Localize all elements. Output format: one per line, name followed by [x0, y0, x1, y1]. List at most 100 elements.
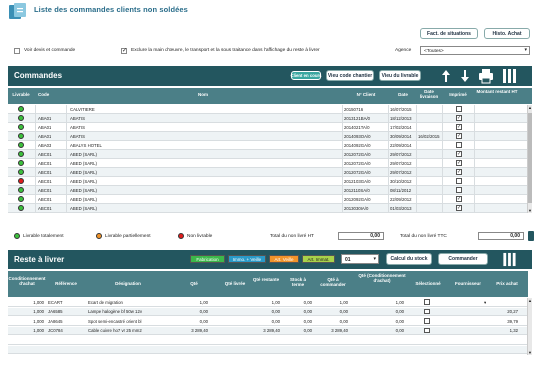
cell-qte: 3 289,40: [191, 328, 208, 333]
scroll-down-icon[interactable]: ▼: [528, 350, 532, 355]
scroll-up-icon[interactable]: ▲: [528, 298, 532, 303]
arrow-up-icon[interactable]: [441, 69, 451, 83]
chevron-down-icon: ▾: [373, 256, 376, 262]
arrow-down-icon[interactable]: [460, 69, 470, 83]
calcul-stock-button[interactable]: Calcul du stock: [386, 253, 432, 265]
tag-art-veille[interactable]: Art. Veille: [269, 255, 299, 263]
table-row[interactable]: 1,000 JA6585 Lampe halogène bf 50w 12v 0,00…: [8, 307, 528, 316]
col-date[interactable]: Date: [390, 92, 416, 97]
voir-devis-checkbox[interactable]: [14, 48, 20, 54]
cell-nom: ABALYS HOTEL: [70, 142, 102, 148]
reste-grid[interactable]: 1,000 ECART Ecart de migration 1,00 1,00 0,00…: [8, 298, 528, 355]
table-row[interactable]: ABC01 ABED (SARL) 2012072GA/0 29/07/2012 ✓: [8, 150, 528, 159]
scroll-up-icon[interactable]: ▲: [528, 105, 532, 110]
printer-icon[interactable]: [478, 68, 494, 84]
scroll-thumb[interactable]: [528, 113, 532, 203]
commander-button[interactable]: Commander: [438, 253, 488, 265]
cell-date: 30/09/2014: [390, 133, 412, 139]
columns-icon[interactable]: [502, 252, 516, 267]
col-nclient[interactable]: N° Client: [346, 92, 386, 97]
rcol-sel[interactable]: Sélectionné: [410, 281, 446, 286]
cell-nom: ABATIS: [70, 133, 85, 139]
rcol-qte[interactable]: Qté: [184, 281, 204, 286]
tag-art-immat[interactable]: Art. Immat.: [302, 255, 335, 263]
table-row[interactable]: 1,000 JC0784 Cable cuivre ho7 vr 25 mm2 3 2…: [8, 326, 528, 335]
table-row[interactable]: 1,000 JA8645 Spot semi-encastré orient bl 0…: [8, 317, 528, 326]
imprime-checkbox[interactable]: [456, 106, 462, 112]
cell-date: 29/07/2012: [390, 151, 412, 157]
histo-achat-button[interactable]: Histo. Achat: [484, 28, 530, 39]
col-imprime[interactable]: Imprimé: [444, 92, 472, 97]
rcol-qcond[interactable]: Qté (Conditionnement d'achat): [356, 273, 408, 283]
vieu-code-chantier-button[interactable]: Vieu code chantier: [326, 70, 374, 81]
rcol-livree[interactable]: Qté livrée: [222, 281, 248, 286]
commandes-scrollbar[interactable]: ▲ ▼: [527, 105, 532, 213]
rcol-prix[interactable]: Prix achat: [492, 281, 522, 286]
imprime-checkbox[interactable]: ✓: [456, 133, 462, 139]
imprime-checkbox[interactable]: ✓: [456, 151, 462, 157]
col-montant[interactable]: Montant restant HT: [474, 89, 520, 94]
qty-select[interactable]: 01 ▾: [341, 254, 379, 264]
table-row[interactable]: ABA01 ABATIS 2013121BA/0 18/12/2013 ✓: [8, 114, 528, 123]
client-en-cours-button[interactable]: Client en cours: [290, 71, 322, 80]
table-row[interactable]: ABC01 ABED (SARL) 2013030IA/0 01/03/2013 ✓: [8, 204, 528, 213]
table-row[interactable]: CALVITIERE 20150716 16/07/2015: [8, 105, 528, 114]
scroll-down-icon[interactable]: ▼: [528, 208, 532, 213]
rcol-ref[interactable]: Référence: [48, 281, 84, 286]
cell-qcond: 0,00: [395, 309, 404, 314]
cell-nom: ABED (SARL): [70, 205, 97, 211]
chevron-down-icon[interactable]: ▾: [484, 300, 486, 306]
table-row[interactable]: ABC01 ABED (SARL) 2012072GA/0 29/07/2012 ✓: [8, 159, 528, 168]
cell-date: 22/09/2014: [390, 142, 412, 148]
col-code[interactable]: Code: [36, 92, 58, 97]
table-row[interactable]: ABA01 ABATIS 2014021TA/0 17/02/2014 ✓: [8, 123, 528, 132]
table-row[interactable]: ABA03 ABALYS HOTEL 2014092GA/0 22/09/2014: [8, 141, 528, 150]
imprime-checkbox[interactable]: ✓: [456, 169, 462, 175]
selection-checkbox[interactable]: [424, 327, 430, 333]
imprime-checkbox[interactable]: ✓: [456, 205, 462, 211]
table-row[interactable]: ABA01 ABATIS 2014093OA/0 30/09/2014 16/02/20…: [8, 132, 528, 141]
rcol-stock[interactable]: Stock à terme: [284, 277, 312, 287]
rcol-acmd[interactable]: Qté à commander: [318, 277, 348, 287]
table-row[interactable]: [8, 345, 528, 354]
rcol-cond[interactable]: Conditionnement d'achat: [8, 276, 46, 286]
col-nom[interactable]: Nom: [68, 92, 338, 97]
rcol-restante[interactable]: Qté restante: [252, 277, 280, 282]
vieu-livrable-button[interactable]: Vieu du livrable: [379, 70, 421, 81]
exclure-checkbox[interactable]: ✓: [121, 48, 127, 54]
imprime-checkbox[interactable]: ✓: [456, 196, 462, 202]
cell-client: 2012110SA/0: [344, 187, 370, 193]
table-row[interactable]: ABC01 ABED (SARL) 2012110SA/0 08/11/2012: [8, 186, 528, 195]
column-divider: [416, 105, 417, 213]
table-row[interactable]: ABC01 ABED (SARL) 2012072GA/0 29/07/2012 ✓: [8, 168, 528, 177]
fact-situations-button[interactable]: Fact. de situations: [420, 28, 478, 39]
cell-stock: 0,00: [303, 299, 312, 305]
tag-fabrication[interactable]: Fabrication: [190, 255, 225, 263]
selection-checkbox[interactable]: [424, 308, 430, 314]
rcol-four[interactable]: Fournisseur: [448, 281, 488, 286]
imprime-checkbox[interactable]: ✓: [456, 124, 462, 130]
table-row[interactable]: [8, 336, 528, 345]
imprime-checkbox[interactable]: ✓: [456, 160, 462, 166]
imprime-checkbox[interactable]: [456, 187, 462, 193]
table-row[interactable]: ABC01 ABED (SARL) 2012092GA/0 22/09/2012 ✓: [8, 195, 528, 204]
table-row[interactable]: ABC01 ABED (SARL) 2012103GA/0 30/10/2012: [8, 177, 528, 186]
selection-checkbox[interactable]: [424, 299, 430, 305]
table-row[interactable]: 1,000 ECART Ecart de migration 1,00 1,00 0,00…: [8, 298, 528, 307]
selection-checkbox[interactable]: [424, 318, 430, 324]
rcol-des[interactable]: Désignation: [98, 281, 158, 286]
status-dot: [18, 187, 24, 193]
commandes-grid[interactable]: CALVITIERE 20150716 16/07/2015 ABA01 ABATIS 2…: [8, 105, 528, 213]
columns-icon[interactable]: [502, 68, 516, 84]
agence-select[interactable]: <Toutes> ▾: [420, 46, 530, 55]
calculator-icon[interactable]: [528, 231, 534, 241]
reste-scrollbar[interactable]: ▲ ▼: [527, 298, 532, 355]
tag-immo-veille[interactable]: Immo. + Veille: [228, 255, 266, 263]
col-date-livraison[interactable]: Date livraison: [416, 89, 442, 99]
imprime-checkbox[interactable]: [456, 178, 462, 184]
col-livrable[interactable]: Livrable: [8, 92, 34, 97]
imprime-checkbox[interactable]: [456, 142, 462, 148]
exclure-label: Exclure la main d'œuvre, le transport et…: [131, 48, 320, 53]
imprime-checkbox[interactable]: ✓: [456, 115, 462, 121]
cell-nom: ABED (SARL): [70, 169, 97, 175]
